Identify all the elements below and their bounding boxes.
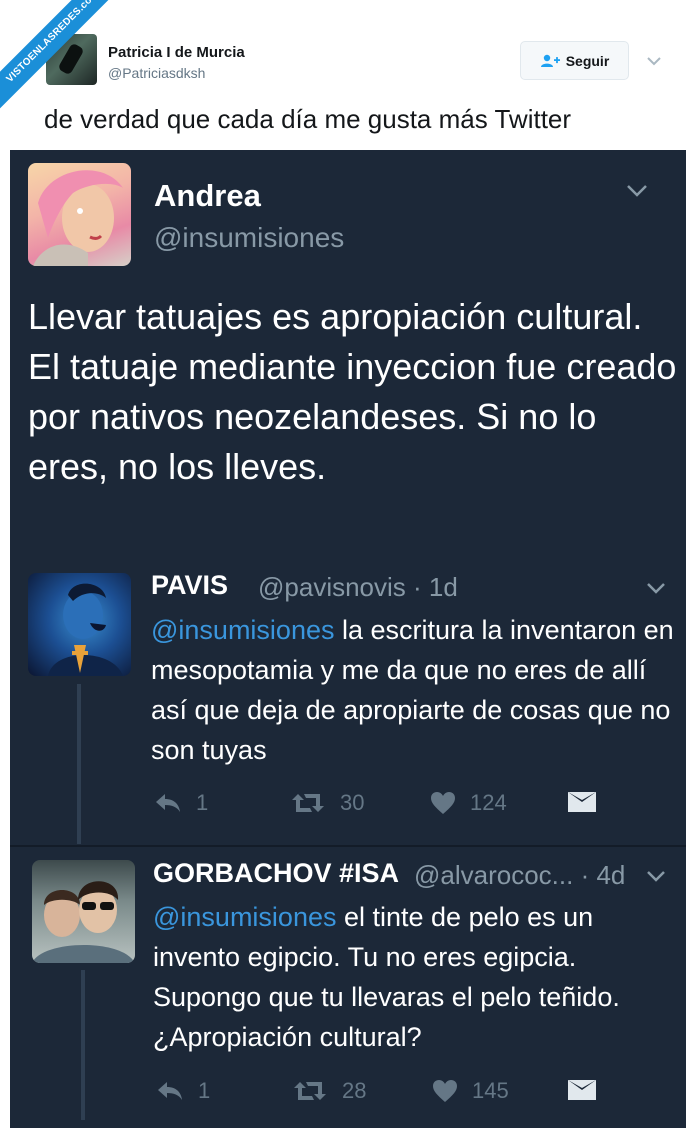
retweet-icon	[290, 792, 326, 814]
reply-icon	[156, 1080, 184, 1102]
avatar[interactable]	[28, 573, 131, 676]
reply-text: @insumisiones la escritura la inventaron…	[151, 610, 681, 770]
heart-icon	[432, 1079, 458, 1103]
outer-tweet-text: de verdad que cada día me gusta más Twit…	[44, 104, 572, 134]
chevron-down-icon[interactable]	[646, 54, 662, 66]
retweet-icon	[292, 1080, 328, 1102]
reply-author-name[interactable]: PAVIS	[151, 570, 228, 601]
follow-label: Seguir	[565, 52, 610, 69]
reply-button[interactable]: 1	[156, 1078, 210, 1104]
like-count: 124	[470, 790, 507, 815]
heart-icon	[430, 791, 456, 815]
mention-link[interactable]: @insumisiones	[153, 902, 336, 932]
like-button[interactable]: 145	[432, 1078, 509, 1104]
watermark-text: VISTOENLASREDES.com	[0, 0, 110, 110]
divider	[10, 845, 686, 847]
reply-meta[interactable]: @pavisnovis · 1d	[258, 572, 458, 603]
reply-icon	[154, 792, 182, 814]
reply-author-name[interactable]: GORBACHOV #ISA	[153, 858, 399, 889]
thread-line	[81, 970, 85, 1120]
original-author-name[interactable]: Andrea	[154, 178, 261, 214]
reply-count: 1	[198, 1078, 211, 1103]
original-tweet-text: Llevar tatuajes es apropiación cultural.…	[28, 296, 677, 487]
retweet-count: 28	[342, 1078, 367, 1103]
reply-meta[interactable]: @alvarococ... · 4d	[414, 860, 625, 891]
direct-message-button[interactable]	[568, 1080, 596, 1100]
mention-link[interactable]: @insumisiones	[151, 615, 334, 645]
chevron-down-icon[interactable]	[646, 870, 666, 888]
outer-author-name[interactable]: Patricia I de Murcia	[108, 44, 245, 61]
chevron-down-icon[interactable]	[646, 582, 666, 600]
like-count: 145	[472, 1078, 509, 1103]
follow-button[interactable]: Seguir	[520, 41, 629, 80]
retweet-button[interactable]: 30	[290, 790, 364, 816]
watermark-ribbon: VISTOENLASREDES.com	[0, 0, 110, 110]
chevron-down-icon[interactable]	[626, 184, 648, 203]
retweet-count: 30	[340, 790, 365, 815]
avatar[interactable]	[32, 860, 135, 963]
envelope-icon	[568, 1080, 596, 1100]
retweet-button[interactable]: 28	[292, 1078, 366, 1104]
add-user-icon	[540, 54, 560, 68]
reply-button[interactable]: 1	[154, 790, 208, 816]
outer-author-handle[interactable]: @Patriciasdksh	[108, 65, 205, 81]
reply-count: 1	[196, 790, 209, 815]
reply-text: @insumisiones el tinte de pelo es un inv…	[153, 897, 683, 1057]
direct-message-button[interactable]	[568, 792, 596, 812]
like-button[interactable]: 124	[430, 790, 507, 816]
thread-line	[77, 684, 81, 844]
envelope-icon	[568, 792, 596, 812]
original-author-handle[interactable]: @insumisiones	[154, 222, 344, 254]
avatar[interactable]	[28, 163, 131, 266]
